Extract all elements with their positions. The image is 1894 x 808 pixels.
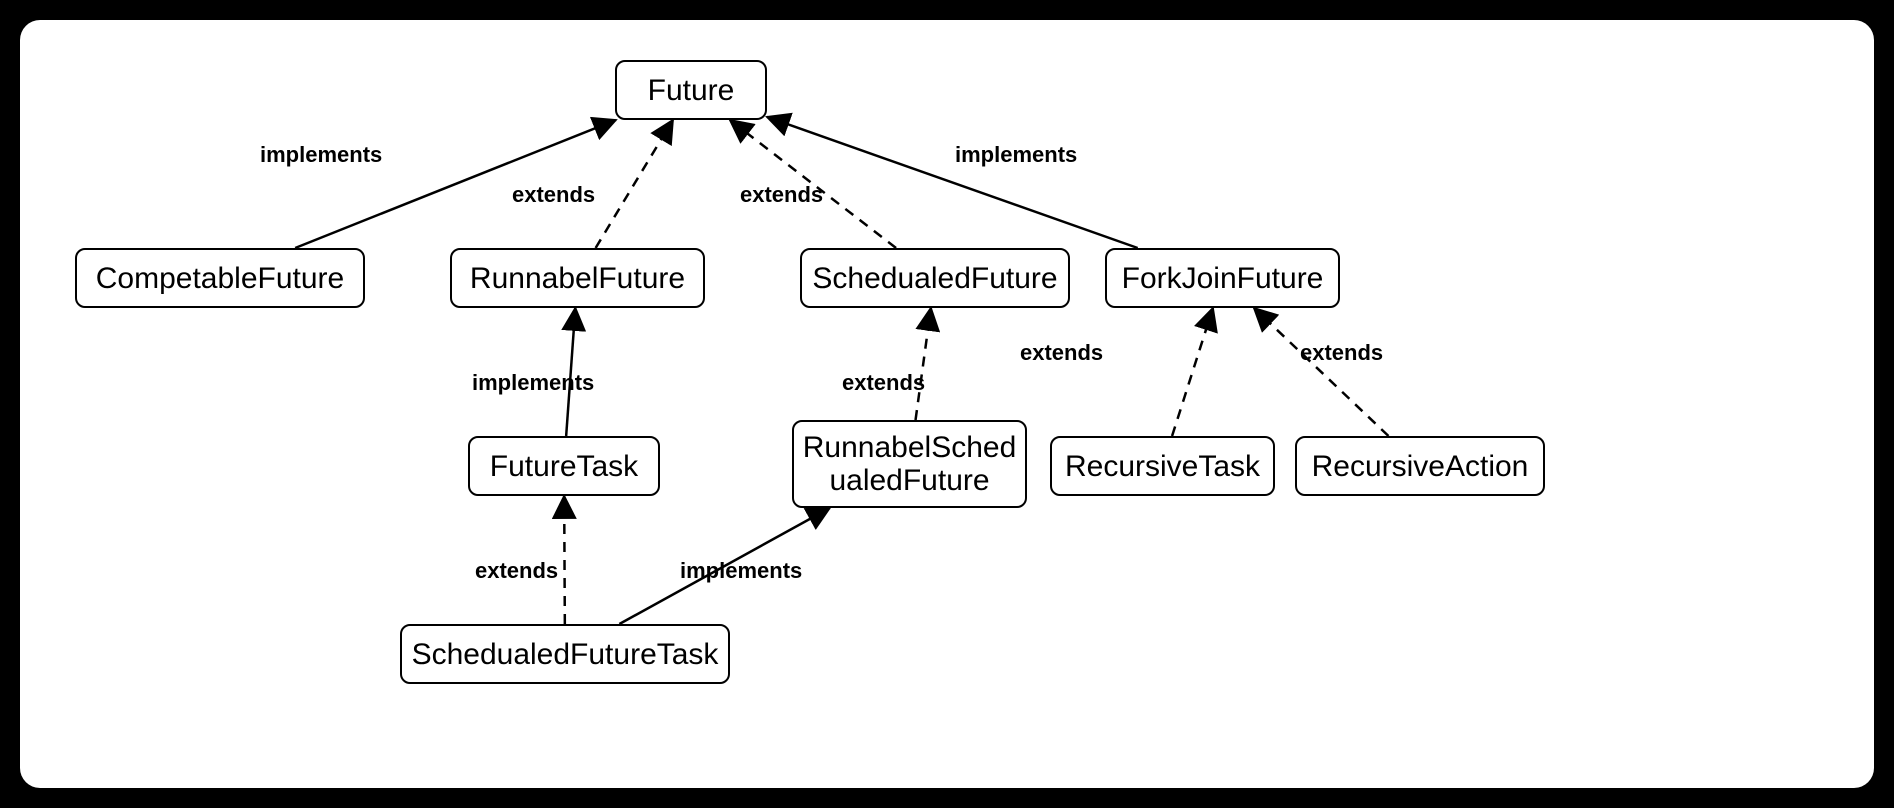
edge-label-e4: implements	[955, 142, 1077, 168]
node-competableFuture: CompetableFuture	[75, 248, 365, 308]
edge-e7	[1172, 308, 1213, 436]
edge-label-e9: extends	[475, 558, 558, 584]
edge-e9	[564, 496, 565, 624]
node-forkJoinFuture: ForkJoinFuture	[1105, 248, 1340, 308]
edges-layer	[20, 20, 1874, 788]
node-runnabelFuture: RunnabelFuture	[450, 248, 705, 308]
edge-label-e7: extends	[1020, 340, 1103, 366]
edge-label-e5: implements	[472, 370, 594, 396]
edge-e2	[596, 120, 673, 248]
edge-e8	[1254, 308, 1388, 436]
edge-label-e2: extends	[512, 182, 595, 208]
edge-label-e3: extends	[740, 182, 823, 208]
edge-label-e10: implements	[680, 558, 802, 584]
node-recursiveTask: RecursiveTask	[1050, 436, 1275, 496]
node-futureTask: FutureTask	[468, 436, 660, 496]
edge-e6	[916, 308, 931, 420]
node-runnabelSchedualedFuture: RunnabelSched ualedFuture	[792, 420, 1027, 508]
edge-label-e8: extends	[1300, 340, 1383, 366]
edge-label-e1: implements	[260, 142, 382, 168]
node-schedualedFutureTask: SchedualedFutureTask	[400, 624, 730, 684]
node-schedualedFuture: SchedualedFuture	[800, 248, 1070, 308]
node-future: Future	[615, 60, 767, 120]
edge-label-e6: extends	[842, 370, 925, 396]
node-recursiveAction: RecursiveAction	[1295, 436, 1545, 496]
diagram-canvas: Future CompetableFuture RunnabelFuture Sche…	[20, 20, 1874, 788]
